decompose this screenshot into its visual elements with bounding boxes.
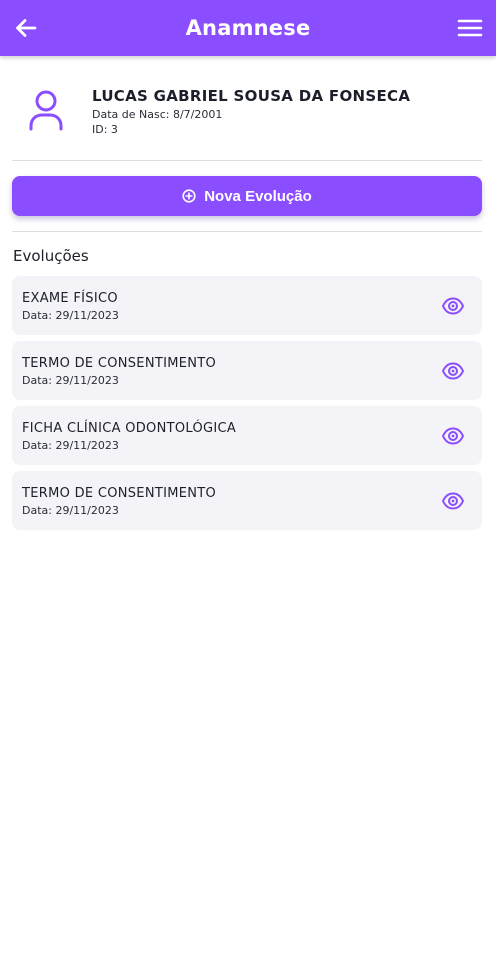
page-title: Anamnese: [185, 16, 311, 40]
patient-card: LUCAS GABRIEL SOUSA DA FONSECA Data de N…: [12, 76, 482, 148]
arrow-left-icon: [16, 19, 37, 37]
evolution-title: TERMO DE CONSENTIMENTO: [22, 486, 217, 501]
evolution-item[interactable]: FICHA CLÍNICA ODONTOLÓGICA Data: 29/11/2…: [12, 406, 482, 465]
patient-name: LUCAS GABRIEL SOUSA DA FONSECA: [92, 87, 411, 105]
divider: [12, 231, 482, 232]
evolution-item[interactable]: EXAME FÍSICO Data: 29/11/2023: [12, 276, 482, 335]
evolution-date: Data: 29/11/2023: [22, 504, 119, 517]
evolutions-list: EXAME FÍSICO Data: 29/11/2023 TERMO DE C…: [12, 276, 482, 536]
eye-icon: [441, 362, 465, 380]
evolution-title: FICHA CLÍNICA ODONTOLÓGICA: [22, 421, 237, 436]
app-header: Anamnese: [0, 0, 496, 56]
evolution-item[interactable]: TERMO DE CONSENTIMENTO Data: 29/11/2023: [12, 471, 482, 530]
view-evolution-button[interactable]: [440, 294, 466, 318]
hamburger-menu-icon: [457, 19, 483, 37]
new-evolution-button[interactable]: Nova Evolução: [12, 176, 482, 216]
view-evolution-button[interactable]: [440, 424, 466, 448]
eye-icon: [441, 427, 465, 445]
view-evolution-button[interactable]: [440, 489, 466, 513]
plus-circle-icon: [182, 189, 196, 203]
patient-id: ID: 3: [92, 123, 118, 136]
evolution-date: Data: 29/11/2023: [22, 439, 119, 452]
menu-button[interactable]: [454, 12, 486, 44]
new-evolution-label: Nova Evolução: [204, 187, 312, 205]
evolution-title: EXAME FÍSICO: [22, 291, 118, 306]
user-icon: [29, 90, 63, 131]
eye-icon: [441, 297, 465, 315]
evolution-date: Data: 29/11/2023: [22, 309, 119, 322]
evolution-item[interactable]: TERMO DE CONSENTIMENTO Data: 29/11/2023: [12, 341, 482, 400]
evolution-date: Data: 29/11/2023: [22, 374, 119, 387]
back-button[interactable]: [10, 12, 42, 44]
patient-birth-date: Data de Nasc: 8/7/2001: [92, 108, 223, 121]
evolutions-title: Evoluções: [13, 247, 89, 265]
divider: [12, 160, 482, 161]
evolution-title: TERMO DE CONSENTIMENTO: [22, 356, 217, 371]
view-evolution-button[interactable]: [440, 359, 466, 383]
eye-icon: [441, 492, 465, 510]
